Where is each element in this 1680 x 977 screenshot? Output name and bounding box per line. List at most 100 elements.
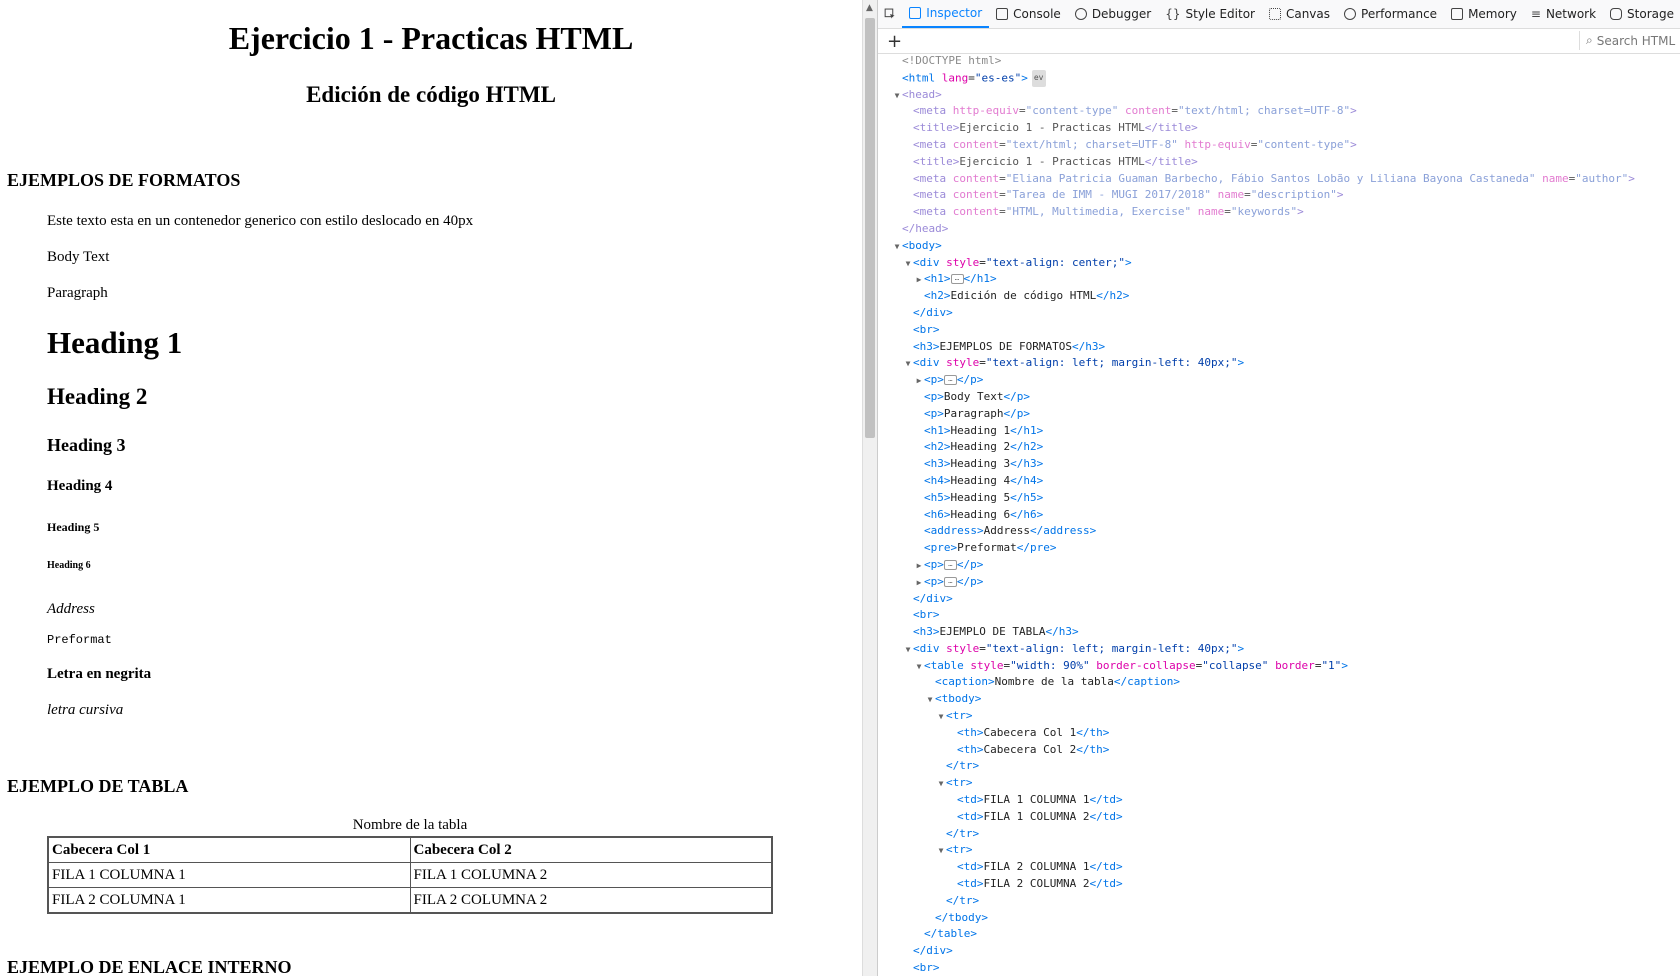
expanded-twisty-icon[interactable]: ▼ — [925, 692, 935, 709]
markup-node[interactable]: <th>Cabecera Col 2</th> — [878, 742, 1680, 759]
add-node-button[interactable]: + — [887, 31, 902, 52]
scroll-up-icon[interactable]: ▲ — [866, 3, 873, 13]
markup-node[interactable]: <h2>Heading 2</h2> — [878, 439, 1680, 456]
markup-node[interactable]: <td>FILA 2 COLUMNA 2</td> — [878, 876, 1680, 893]
expanded-twisty-icon[interactable]: ▼ — [936, 843, 946, 860]
markup-node[interactable]: </div> — [878, 305, 1680, 322]
markup-tag: </th> — [1076, 725, 1110, 739]
search-html-input[interactable]: ⌕ Search HTML — [1579, 31, 1680, 50]
tab-debugger[interactable]: Debugger — [1068, 0, 1158, 28]
markup-node[interactable]: ▼ <table style="width: 90%" border-collap… — [878, 658, 1680, 675]
markup-node[interactable]: <html lang="es-es"> ev — [878, 69, 1680, 87]
markup-node[interactable]: <br> — [878, 607, 1680, 624]
expanded-twisty-icon[interactable]: ▼ — [892, 88, 902, 105]
markup-node[interactable]: <h1>Heading 1</h1> — [878, 423, 1680, 440]
event-badge[interactable]: ev — [1031, 69, 1046, 87]
markup-node[interactable]: <meta http-equiv="content-type" content=… — [878, 103, 1680, 120]
markup-node[interactable]: </tr> — [878, 758, 1680, 775]
tab-style-editor[interactable]: {} Style Editor — [1158, 0, 1262, 28]
markup-node[interactable]: ▼ <div style="text-align: left; margin-le… — [878, 355, 1680, 372]
element-picker-icon[interactable] — [884, 6, 896, 22]
markup-node[interactable]: ▼ <tr> — [878, 708, 1680, 725]
markup-node[interactable]: <h3>Heading 3</h3> — [878, 456, 1680, 473]
collapsed-twisty-icon[interactable]: ▶ — [914, 272, 924, 289]
expanded-twisty-icon[interactable]: ▼ — [936, 709, 946, 726]
tab-canvas[interactable]: Canvas — [1262, 0, 1337, 28]
markup-tag: <h3> — [924, 457, 951, 471]
collapsed-twisty-icon[interactable]: ▶ — [914, 373, 924, 390]
tab-performance[interactable]: Performance — [1337, 0, 1444, 28]
markup-node[interactable]: <caption>Nombre de la tabla</caption> — [878, 674, 1680, 691]
table-row: FILA 1 COLUMNA 1 FILA 1 COLUMNA 2 — [47, 862, 773, 888]
markup-node[interactable]: <td>FILA 2 COLUMNA 1</td> — [878, 859, 1680, 876]
markup-node[interactable]: </tr> — [878, 826, 1680, 843]
collapsed-content-icon[interactable]: … — [943, 559, 957, 570]
markup-node[interactable]: <p>Body Text</p> — [878, 389, 1680, 406]
scrollbar-thumb[interactable] — [865, 18, 875, 438]
markup-node[interactable]: </div> — [878, 591, 1680, 608]
collapsed-twisty-icon[interactable]: ▶ — [914, 575, 924, 592]
markup-node[interactable]: <meta content="HTML, Multimedia, Exercis… — [878, 204, 1680, 221]
markup-node[interactable]: <br> — [878, 960, 1680, 977]
collapsed-content-icon[interactable]: … — [943, 375, 957, 386]
markup-node[interactable]: ▶ <p>… </p> — [878, 574, 1680, 591]
tab-network[interactable]: ≡ Network — [1524, 0, 1603, 28]
markup-node[interactable]: ▼ <head> — [878, 87, 1680, 104]
page-scrollbar[interactable]: ▲ — [862, 0, 877, 976]
markup-node[interactable]: </div> — [878, 943, 1680, 960]
markup-node[interactable]: <pre>Preformat</pre> — [878, 540, 1680, 557]
markup-tag: <h1> — [924, 423, 951, 437]
collapsed-content-icon[interactable]: … — [950, 274, 964, 285]
markup-node[interactable]: <h6>Heading 6</h6> — [878, 507, 1680, 524]
markup-node[interactable]: <th>Cabecera Col 1</th> — [878, 725, 1680, 742]
markup-node[interactable]: <td>FILA 1 COLUMNA 2</td> — [878, 809, 1680, 826]
expanded-twisty-icon[interactable]: ▼ — [903, 356, 913, 373]
markup-attr: style — [946, 356, 980, 370]
markup-node[interactable]: <h2>Edición de código HTML</h2> — [878, 288, 1680, 305]
markup-node[interactable]: <meta content="Tarea de IMM - MUGI 2017/… — [878, 187, 1680, 204]
markup-txt: Edición de código HTML — [950, 289, 1097, 303]
markup-node[interactable]: </table> — [878, 926, 1680, 943]
markup-node[interactable]: <h3>EJEMPLOS DE FORMATOS</h3> — [878, 339, 1680, 356]
markup-node[interactable]: ▼ <tr> — [878, 842, 1680, 859]
markup-node[interactable]: </tbody> — [878, 910, 1680, 927]
collapsed-twisty-icon[interactable]: ▶ — [914, 558, 924, 575]
markup-val: "content-type" — [1025, 104, 1119, 118]
example-table: Cabecera Col 1 Cabecera Col 2 FILA 1 COL… — [47, 836, 773, 914]
markup-node[interactable]: <td>FILA 1 COLUMNA 1</td> — [878, 792, 1680, 809]
markup-node[interactable]: ▶ <p>… </p> — [878, 372, 1680, 389]
markup-node[interactable]: <p>Paragraph</p> — [878, 406, 1680, 423]
markup-node[interactable]: ▼ <body> — [878, 238, 1680, 255]
markup-attr: name — [1217, 188, 1245, 202]
markup-node[interactable]: ▶ <h1>… </h1> — [878, 271, 1680, 288]
tab-inspector[interactable]: Inspector — [902, 0, 990, 28]
markup-tag: <h5> — [924, 490, 951, 504]
tab-storage[interactable]: Storage — [1603, 0, 1680, 28]
markup-node[interactable]: <!DOCTYPE html> — [878, 53, 1680, 70]
collapsed-content-icon[interactable]: … — [943, 576, 957, 587]
expanded-twisty-icon[interactable]: ▼ — [936, 776, 946, 793]
markup-node[interactable]: ▶ <p>… </p> — [878, 557, 1680, 574]
expanded-twisty-icon[interactable]: ▼ — [892, 239, 902, 256]
markup-node[interactable]: <br> — [878, 322, 1680, 339]
markup-node[interactable]: <title>Ejercicio 1 - Practicas HTML</tit… — [878, 120, 1680, 137]
markup-node[interactable]: <h4>Heading 4</h4> — [878, 473, 1680, 490]
markup-node[interactable]: <address>Address</address> — [878, 523, 1680, 540]
expanded-twisty-icon[interactable]: ▼ — [903, 642, 913, 659]
markup-node[interactable]: ▼ <tr> — [878, 775, 1680, 792]
markup-txt: FILA 1 COLUMNA 1 — [983, 793, 1090, 807]
expanded-twisty-icon[interactable]: ▼ — [914, 659, 924, 676]
markup-node[interactable]: <h5>Heading 5</h5> — [878, 490, 1680, 507]
markup-node[interactable]: </tr> — [878, 893, 1680, 910]
markup-node[interactable]: ▼ <div style="text-align: center;"> — [878, 255, 1680, 272]
markup-node[interactable]: ▼ <div style="text-align: left; margin-le… — [878, 641, 1680, 658]
markup-node[interactable]: <h3>EJEMPLO DE TABLA</h3> — [878, 624, 1680, 641]
tab-console[interactable]: Console — [989, 0, 1068, 28]
markup-node[interactable]: <meta content="Eliana Patricia Guaman Ba… — [878, 171, 1680, 188]
expanded-twisty-icon[interactable]: ▼ — [903, 256, 913, 273]
markup-node[interactable]: <meta content="text/html; charset=UTF-8"… — [878, 137, 1680, 154]
markup-node[interactable]: ▼ <tbody> — [878, 691, 1680, 708]
markup-node[interactable]: <title>Ejercicio 1 - Practicas HTML</tit… — [878, 154, 1680, 171]
markup-node[interactable]: </head> — [878, 221, 1680, 238]
tab-memory[interactable]: Memory — [1444, 0, 1524, 28]
